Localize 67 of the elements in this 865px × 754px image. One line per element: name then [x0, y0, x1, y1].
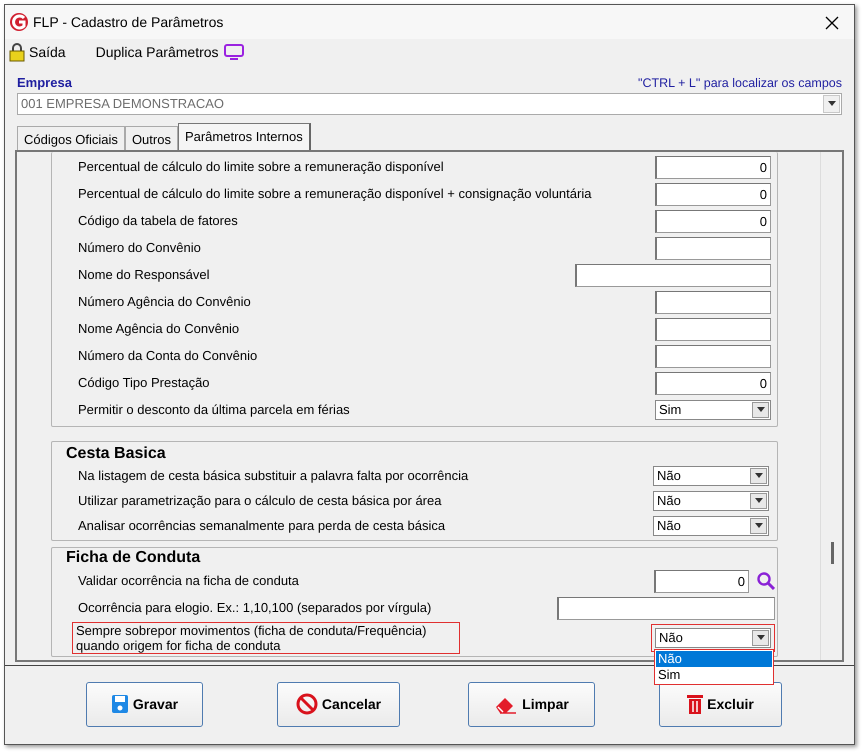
field-label: Utilizar parametrização para o cálculo de cesta básica por área	[78, 492, 442, 510]
dropdown[interactable]: Não	[653, 516, 769, 536]
caret-icon	[754, 522, 764, 528]
field-label: Código da tabela de fatores	[78, 212, 238, 230]
field-label: Número do Convênio	[78, 239, 201, 258]
dropdown-option[interactable]: Sim	[656, 666, 772, 682]
delete-button[interactable]: Excluir	[659, 682, 782, 726]
field-label: Na listagem de cesta básica substituir a palavra falta por ocorrência	[78, 466, 468, 485]
tab[interactable]: Outros	[124, 126, 178, 150]
save-button[interactable]: Gravar	[86, 682, 203, 726]
dropdown-option[interactable]: Não	[656, 650, 772, 666]
caret-icon	[754, 498, 764, 504]
dropdown-button[interactable]	[752, 630, 769, 646]
dropdown-button[interactable]	[752, 402, 769, 418]
cancel-button[interactable]: Cancelar	[277, 682, 400, 726]
dropdown[interactable]: Não	[653, 466, 769, 486]
field-label: Sempre sobrepor movimentos (ficha de conduta/Frequência) quando origem for ficha de conduta	[72, 622, 460, 654]
floppy-icon	[110, 694, 129, 714]
monitor-icon[interactable]	[222, 43, 245, 61]
field-label: Validar ocorrência na ficha de conduta	[78, 572, 299, 590]
input-field[interactable]	[557, 596, 775, 620]
dropdown[interactable]: Sim	[655, 400, 771, 420]
app-logo-icon	[9, 12, 29, 32]
input-field[interactable]: 0	[655, 372, 771, 394]
input-field[interactable]	[655, 236, 771, 260]
field-label: Percentual de cálculo do limite sobre a remuneração disponível + consignação voluntária	[78, 185, 592, 204]
field-label: Empresa	[17, 74, 72, 92]
dropdown-button[interactable]	[750, 492, 767, 508]
scrollbar-thumb[interactable]	[831, 542, 834, 564]
input-field[interactable]	[655, 344, 771, 368]
dropdown-button[interactable]	[750, 468, 767, 484]
field-label: Nome Agência do Convênio	[78, 320, 240, 338]
caret-icon	[756, 634, 766, 640]
search-icon[interactable]	[757, 572, 775, 590]
caret-icon	[826, 100, 836, 106]
dropdown[interactable]: Não	[653, 490, 769, 510]
tab[interactable]: Parâmetros Internos	[178, 122, 311, 150]
input-field[interactable]: 0	[655, 182, 771, 206]
input-field[interactable]: 0	[655, 156, 771, 178]
tab[interactable]: Códigos Oficiais	[17, 126, 125, 150]
no-entry-icon	[296, 693, 318, 715]
duplicate-button[interactable]: Duplica Parâmetros	[96, 42, 219, 62]
input-field[interactable]	[575, 264, 771, 286]
input-field[interactable]	[655, 290, 771, 314]
clear-button[interactable]: Limpar	[468, 682, 595, 726]
input-field[interactable]: 0	[655, 210, 771, 232]
field-label: Analisar ocorrências semanalmente para perda de cesta básica	[78, 516, 446, 535]
field-label: Permitir o desconto da última parcela em férias	[78, 401, 350, 420]
caret-icon	[754, 472, 764, 478]
trash-icon	[687, 693, 704, 715]
close-icon	[825, 16, 839, 30]
exit-button[interactable]: Saída	[29, 42, 66, 62]
lock-icon	[9, 42, 25, 62]
hint-text: "CTRL + L" para localizar os campos	[638, 74, 842, 92]
company-dropdown[interactable]: 001 EMPRESA DEMONSTRACAO	[17, 92, 842, 114]
field-label: Número Agência do Convênio	[78, 293, 251, 312]
window-title: FLP - Cadastro de Parâmetros	[33, 12, 224, 32]
field-label: Número da Conta do Convênio	[78, 347, 258, 366]
dropdown-button[interactable]	[750, 518, 767, 534]
input-field[interactable]	[655, 318, 771, 340]
input-field[interactable]: 0	[654, 570, 749, 592]
field-label: Código Tipo Prestação	[78, 374, 210, 392]
field-label: Percentual de cálculo do limite sobre a remuneração disponível	[78, 158, 444, 176]
dropdown-button[interactable]	[823, 94, 840, 112]
caret-icon	[756, 407, 766, 413]
field-label: Ocorrência para elogio. Ex.: 1,10,100 (separados por vírgula)	[78, 599, 432, 618]
field-label: Nome do Responsável	[78, 266, 210, 284]
